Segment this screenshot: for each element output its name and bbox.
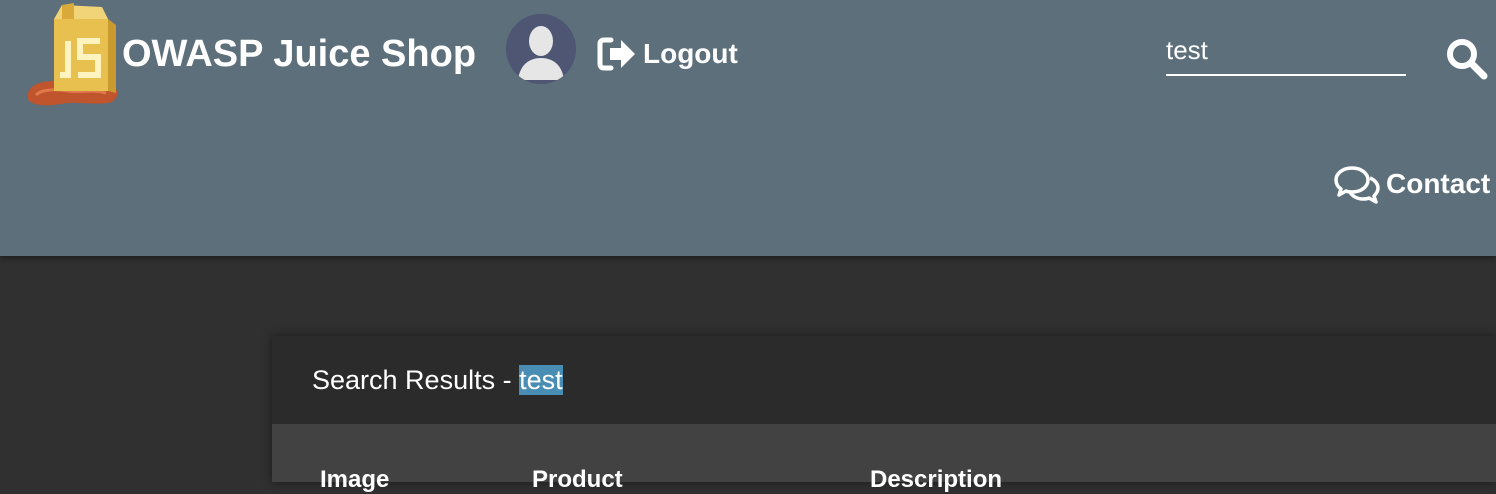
magnifier-icon bbox=[1447, 39, 1488, 80]
column-header-image[interactable]: Image bbox=[320, 466, 389, 494]
logout-button[interactable]: Logout bbox=[597, 36, 738, 72]
user-silhouette-icon bbox=[506, 14, 576, 84]
app-title: OWASP Juice Shop bbox=[122, 32, 477, 75]
column-header-description[interactable]: Description bbox=[870, 466, 1002, 494]
search-field bbox=[1166, 30, 1406, 76]
contact-label: Contact bbox=[1386, 168, 1491, 199]
sign-out-icon bbox=[597, 37, 635, 71]
results-table-header: Image Product Description bbox=[272, 424, 1496, 493]
results-title: Search Results - test bbox=[312, 364, 563, 396]
account-avatar-button[interactable] bbox=[506, 14, 576, 84]
search-results-card: Search Results - test Image Product Desc… bbox=[272, 336, 1496, 493]
column-header-product[interactable]: Product bbox=[532, 466, 623, 494]
home-link[interactable]: OWASP Juice Shop bbox=[22, 0, 476, 110]
search-query-highlight: test bbox=[519, 364, 563, 395]
search-button[interactable] bbox=[1444, 36, 1488, 80]
top-navbar: OWASP Juice Shop Logout Contact bbox=[0, 0, 1496, 256]
results-title-prefix: Search Results - bbox=[312, 364, 520, 395]
juice-shop-logo-icon bbox=[28, 3, 118, 106]
contact-button[interactable]: Contact bbox=[1334, 164, 1490, 204]
comments-icon bbox=[1334, 166, 1380, 204]
search-input[interactable] bbox=[1166, 30, 1406, 70]
results-header: Search Results - test bbox=[272, 336, 1496, 424]
logout-label: Logout bbox=[643, 38, 738, 69]
